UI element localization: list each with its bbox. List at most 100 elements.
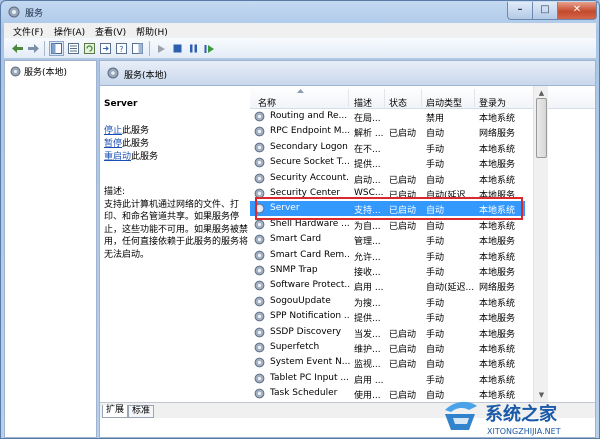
table-row[interactable]: Smart Card 管理... 手动 本地服务 bbox=[250, 232, 525, 247]
menu-view[interactable]: 查看(V) bbox=[95, 25, 126, 38]
play-icon bbox=[158, 44, 165, 53]
stop-link-text[interactable]: 停止 bbox=[104, 126, 122, 136]
restart-service-button[interactable] bbox=[202, 41, 217, 56]
cell-status: 已启动 bbox=[389, 391, 417, 402]
menu-action[interactable]: 操作(A) bbox=[54, 25, 85, 38]
maximize-button[interactable]: □ bbox=[532, 2, 558, 20]
services-window: 服务 – □ ✕ 文件(F) 操作(A) 查看(V) 帮助(H) ? 服务(本地… bbox=[0, 0, 600, 439]
toolbar-separator bbox=[149, 41, 150, 56]
column-startup-type[interactable]: 启动类型 bbox=[426, 96, 462, 109]
pause-service-link[interactable]: 暂停此服务 bbox=[104, 138, 252, 151]
table-row[interactable]: Tablet PC Input ... 启用 ... 手动 本地系统 bbox=[250, 371, 525, 386]
table-row[interactable]: Security Center WSC... 已启动 自动(延迟... 本地服务 bbox=[250, 186, 525, 201]
cell-desc: 使用... bbox=[354, 391, 381, 402]
service-gear-icon bbox=[254, 188, 265, 199]
action-pane-icon bbox=[132, 43, 143, 54]
column-divider[interactable] bbox=[348, 89, 349, 107]
xitongzhijia-watermark-logo: 系统之家 XITONGZHIJIA.NET bbox=[445, 401, 561, 436]
export-list-icon bbox=[100, 43, 111, 54]
cell-startup: 手动 bbox=[426, 237, 445, 248]
cell-logon: 本地系统 bbox=[479, 345, 516, 355]
cell-name: RPC Endpoint M... bbox=[270, 126, 350, 137]
show-console-tree-button[interactable] bbox=[49, 41, 64, 56]
stop-service-button[interactable] bbox=[170, 41, 185, 56]
toolbar-separator bbox=[44, 41, 45, 56]
cell-name: Shell Hardware ... bbox=[270, 218, 350, 229]
close-button[interactable]: ✕ bbox=[557, 2, 597, 20]
scrollbar-thumb[interactable] bbox=[536, 98, 547, 158]
properties-button[interactable] bbox=[66, 41, 81, 56]
cell-name: Task Scheduler bbox=[270, 388, 338, 399]
column-status[interactable]: 状态 bbox=[389, 96, 407, 109]
tab-extended[interactable]: 扩展 bbox=[102, 405, 129, 418]
sort-ascending-icon bbox=[297, 89, 304, 93]
menu-file[interactable]: 文件(F) bbox=[13, 25, 43, 38]
svg-text:?: ? bbox=[119, 45, 123, 54]
cell-status: 已启动 bbox=[389, 345, 417, 355]
table-row[interactable]: Routing and Re... 在局... 禁用 本地系统 bbox=[250, 109, 525, 124]
column-description[interactable]: 描述 bbox=[354, 96, 372, 109]
console-tree-pane: 服务(本地) bbox=[4, 60, 97, 438]
cell-logon: 本地服务 bbox=[479, 268, 516, 278]
table-row[interactable]: Security Account... 启动... 已启动 自动 本地系统 bbox=[250, 171, 525, 186]
tab-standard[interactable]: 标准 bbox=[128, 405, 155, 418]
menu-help[interactable]: 帮助(H) bbox=[136, 25, 168, 38]
restart-link-text[interactable]: 重启动 bbox=[104, 152, 131, 162]
cell-startup: 手动 bbox=[426, 329, 445, 340]
table-row[interactable]: Superfetch 维护... 已启动 自动 本地系统 bbox=[250, 340, 525, 355]
column-log-on-as[interactable]: 登录为 bbox=[479, 96, 506, 109]
restart-service-link[interactable]: 重启动此服务 bbox=[104, 151, 252, 164]
table-row[interactable]: Shell Hardware ... 为自... 已启动 自动 本地系统 bbox=[250, 217, 525, 232]
tree-item-services-local[interactable]: 服务(本地) bbox=[10, 65, 67, 78]
refresh-button[interactable] bbox=[82, 41, 97, 56]
pause-link-text[interactable]: 暂停 bbox=[104, 139, 122, 149]
minimize-button[interactable]: – bbox=[507, 2, 533, 20]
pause-service-button[interactable] bbox=[186, 41, 201, 56]
service-gear-icon bbox=[254, 327, 265, 337]
cell-desc: 启动... bbox=[354, 175, 381, 186]
cell-desc: WSC... bbox=[354, 188, 384, 198]
service-gear-icon bbox=[254, 126, 265, 137]
watermark-name: 系统之家 bbox=[485, 403, 558, 425]
back-button[interactable] bbox=[10, 41, 25, 56]
column-divider[interactable] bbox=[384, 89, 385, 107]
cell-name: Secure Socket T... bbox=[270, 157, 350, 168]
cell-logon: 本地系统 bbox=[479, 375, 516, 386]
vertical-scrollbar[interactable]: ▲ ▼ bbox=[533, 86, 548, 402]
service-gear-icon bbox=[254, 234, 265, 245]
table-row[interactable]: Smart Card Rem... 允许... 手动 本地系统 bbox=[250, 248, 525, 263]
cell-logon: 网络服务 bbox=[479, 129, 516, 140]
table-row[interactable]: SSDP Discovery 当发... 已启动 手动 本地服务 bbox=[250, 325, 525, 340]
services-gear-icon bbox=[8, 6, 20, 18]
column-name[interactable]: 名称 bbox=[258, 96, 276, 109]
table-row[interactable]: SPP Notification ... 提供... 手动 本地服务 bbox=[250, 309, 525, 324]
column-divider[interactable] bbox=[421, 89, 422, 107]
title-bar[interactable]: 服务 – □ ✕ bbox=[1, 1, 599, 23]
cell-name: Smart Card Rem... bbox=[270, 249, 350, 260]
table-row-selected[interactable]: Server 支持... 已启动 自动 本地系统 bbox=[250, 201, 525, 217]
service-gear-icon bbox=[254, 280, 265, 291]
help-button[interactable]: ? bbox=[114, 41, 129, 56]
cell-name: Routing and Re... bbox=[270, 111, 348, 121]
table-row[interactable]: Secure Socket T... 提供... 手动 本地服务 bbox=[250, 155, 525, 170]
show-action-pane-button[interactable] bbox=[130, 41, 145, 56]
cell-desc: 允许... bbox=[354, 252, 381, 263]
stop-service-link[interactable]: 停止此服务 bbox=[104, 125, 252, 138]
export-list-button[interactable] bbox=[98, 41, 113, 56]
table-row[interactable]: Software Protect... 启用 ... 自动(延迟... 网络服务 bbox=[250, 278, 525, 293]
table-row[interactable]: SNMP Trap 接收... 手动 本地服务 bbox=[250, 263, 525, 278]
start-service-button[interactable] bbox=[154, 41, 169, 56]
tree-item-label: 服务(本地) bbox=[24, 68, 68, 78]
cell-desc: 接收... bbox=[354, 268, 381, 278]
maximize-icon: □ bbox=[540, 4, 550, 15]
table-row[interactable]: RPC Endpoint M... 解析 ... 已启动 自动 网络服务 bbox=[250, 124, 525, 139]
table-row[interactable]: SogouUpdate 为搜... 手动 本地系统 bbox=[250, 294, 525, 309]
table-row[interactable]: Secondary Logon 在不... 手动 本地系统 bbox=[250, 140, 525, 155]
forward-button[interactable] bbox=[26, 41, 41, 56]
scroll-up-button[interactable]: ▲ bbox=[536, 87, 547, 98]
cell-logon: 本地服务 bbox=[479, 191, 516, 201]
cell-startup: 自动(延迟... bbox=[426, 283, 474, 294]
table-row[interactable]: System Event N... 监视... 已启动 自动 本地系统 bbox=[250, 355, 525, 370]
cell-startup: 自动 bbox=[426, 345, 445, 355]
column-divider[interactable] bbox=[474, 89, 475, 107]
